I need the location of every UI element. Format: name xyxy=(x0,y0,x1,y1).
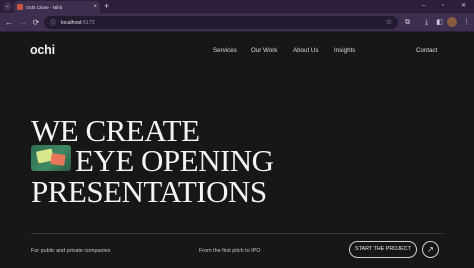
sidebar-icon[interactable]: ◧ xyxy=(434,17,445,28)
maximize-button[interactable]: ▫ xyxy=(442,1,444,12)
menu-icon[interactable]: ⋮ xyxy=(461,17,472,28)
tab-search-button[interactable]: ⌄ xyxy=(3,2,12,11)
footer-tagline-middle: From the first pitch to IPO xyxy=(199,248,261,254)
extensions-icon[interactable]: ⧉ xyxy=(402,17,413,28)
reload-button[interactable]: ⟳ xyxy=(30,17,42,28)
profile-avatar[interactable] xyxy=(447,17,457,27)
footer-divider xyxy=(31,233,443,234)
close-icon[interactable]: × xyxy=(93,4,97,10)
new-tab-button[interactable]: + xyxy=(104,1,109,12)
address-bar[interactable]: ⓘ localhost:5173 ☆ xyxy=(44,16,398,29)
web-page: ochi Services Our Work About Us Insights… xyxy=(0,33,474,268)
nav-link-contact[interactable]: Contact xyxy=(416,47,437,54)
hero-heading-line-3: PRESENTATIONS xyxy=(31,174,267,209)
start-project-button[interactable]: START THE PROJECT xyxy=(349,241,417,258)
back-button[interactable]: ← xyxy=(3,17,15,28)
close-window-button[interactable]: ✕ xyxy=(461,1,466,12)
url-host: localhost xyxy=(61,19,82,26)
minimize-button[interactable]: – xyxy=(422,1,425,12)
browser-tab-strip: ⌄ Ochi Clone - Nihit × + – ▫ ✕ xyxy=(0,0,474,13)
address-url: localhost:5173 xyxy=(61,20,94,26)
chevron-down-icon: ⌄ xyxy=(4,3,11,9)
bookmark-star-icon[interactable]: ☆ xyxy=(386,18,392,27)
nav-link-services[interactable]: Services xyxy=(213,47,237,54)
arrow-up-right-icon[interactable]: ↗ xyxy=(422,241,439,258)
site-info-icon[interactable]: ⓘ xyxy=(50,18,56,27)
forward-button[interactable]: → xyxy=(17,17,29,28)
url-port: :5173 xyxy=(81,19,95,26)
browser-toolbar: ← → ⟳ ⓘ localhost:5173 ☆ ⧉ ⤓ ◧ ⋮ xyxy=(0,13,474,32)
site-logo[interactable]: ochi xyxy=(30,43,55,57)
nav-link-our-work[interactable]: Our Work xyxy=(251,47,277,54)
hero-heading-line-2: EYE OPENING xyxy=(75,143,274,178)
site-favicon-icon xyxy=(17,4,23,10)
nav-link-insights[interactable]: Insights xyxy=(334,47,355,54)
browser-tab[interactable]: Ochi Clone - Nihit × xyxy=(14,1,100,13)
nav-link-about-us[interactable]: About Us xyxy=(293,47,318,54)
hero-card-shape xyxy=(50,153,66,166)
download-icon[interactable]: ⤓ xyxy=(421,17,432,28)
footer-tagline-left: For public and private companies xyxy=(31,248,111,254)
hero-heading-line-1: WE CREATE xyxy=(31,113,200,148)
tab-title: Ochi Clone - Nihit xyxy=(26,4,62,10)
hero-inline-image xyxy=(31,145,71,171)
